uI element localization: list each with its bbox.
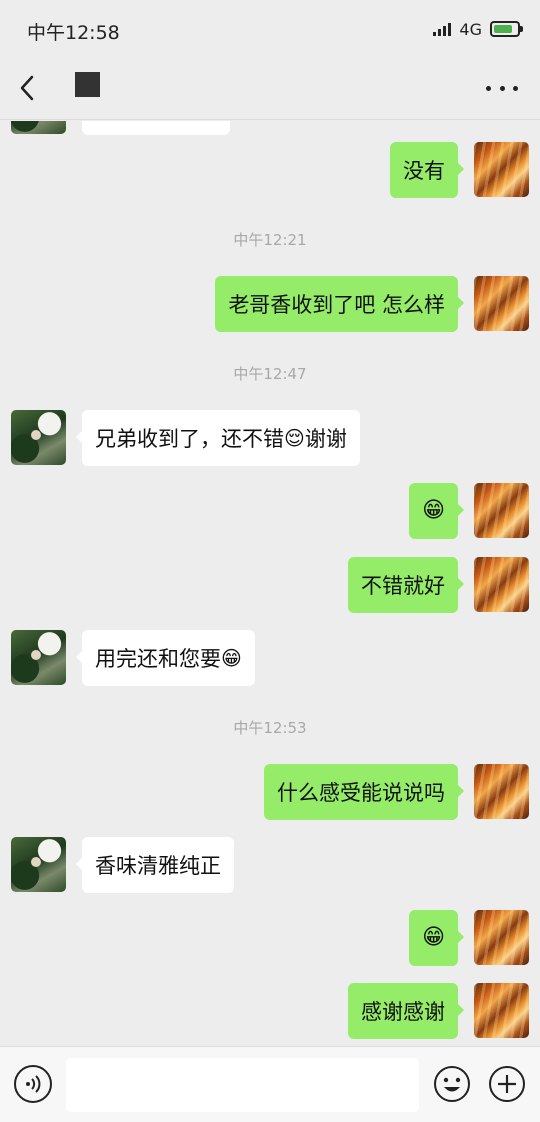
message-bubble-out[interactable]: 感谢感谢 [348,983,464,1039]
contact-avatar[interactable] [11,630,66,685]
message-text: 用完还和您要 [95,647,221,671]
message-bubble-out[interactable]: 老哥香收到了吧 怎么样 [215,276,464,332]
voice-button[interactable] [14,1065,52,1103]
message-row: 香味清雅纯正 [0,837,540,893]
my-avatar[interactable] [474,276,529,331]
message-bubble-out[interactable]: 什么感受能说说吗 [264,764,464,820]
back-button[interactable] [14,72,42,104]
message-text: 没有 [403,159,445,183]
timestamp: 中午12:21 [233,231,307,249]
voice-icon [26,1075,41,1093]
message-text: 香味清雅纯正 [95,854,221,878]
message-row: 用完还和您要 😁 [0,630,540,686]
message-bubble-in[interactable]: 兄弟收到了，还不错 😌 谢谢 [76,410,360,466]
my-avatar[interactable] [474,483,529,538]
emoji-icon [434,1066,470,1102]
more-functions-button[interactable] [488,1065,526,1103]
signal-icon [433,22,452,36]
message-bubble-out[interactable]: 😁 [409,910,464,966]
contact-name-redacted [75,72,100,97]
input-bar [0,1046,540,1122]
message-list[interactable]: 没有 中午12:21 老哥香收到了吧 怎么样 中午12:47 兄弟收到了，还不错… [0,121,540,1045]
more-dot [513,85,518,91]
message-row: 感谢感谢 [0,983,540,1039]
status-time: 中午12:58 [27,22,120,44]
message-row: 什么感受能说说吗 [0,764,540,820]
contact-avatar[interactable] [11,410,66,465]
timestamp: 中午12:53 [233,719,307,737]
battery-icon [490,21,523,37]
grinning-face-emoji: 😁 [422,925,445,950]
message-text-after: 谢谢 [304,427,347,451]
message-text: 什么感受能说说吗 [277,781,445,805]
emoji-button[interactable] [433,1065,471,1103]
message-row: 老哥香收到了吧 怎么样 [0,276,540,332]
network-type: 4G [459,19,482,39]
message-row-partial [0,121,540,135]
message-bubble-in[interactable]: 香味清雅纯正 [76,837,234,893]
message-row: 兄弟收到了，还不错 😌 谢谢 [0,410,540,466]
status-indicators: 4G [433,19,523,39]
my-avatar[interactable] [474,983,529,1038]
message-bubble-partial[interactable] [82,121,230,135]
contact-avatar[interactable] [11,121,66,134]
message-bubble-out[interactable]: 没有 [390,142,464,198]
more-dot [486,85,491,91]
message-row: 不错就好 [0,557,540,613]
status-bar: 中午12:58 4G [0,0,540,58]
my-avatar[interactable] [474,910,529,965]
message-row: 😁 [0,483,540,539]
grinning-face-emoji: 😁 [422,498,445,523]
message-row: 😁 [0,910,540,966]
message-bubble-in[interactable]: 用完还和您要 😁 [76,630,255,686]
contact-avatar[interactable] [11,837,66,892]
battery-level [494,25,512,33]
more-dot [499,85,505,91]
grinning-face-emoji: 😁 [221,646,242,670]
my-avatar[interactable] [474,142,529,197]
more-button[interactable] [486,78,518,98]
message-text: 不错就好 [361,574,445,598]
my-avatar[interactable] [474,764,529,819]
message-input[interactable] [66,1058,419,1112]
message-text: 感谢感谢 [361,1000,445,1024]
relieved-face-emoji: 😌 [284,426,305,450]
my-avatar[interactable] [474,557,529,612]
message-row: 没有 [0,142,540,198]
timestamp: 中午12:47 [233,365,307,383]
message-text: 老哥香收到了吧 怎么样 [228,293,445,317]
message-bubble-out[interactable]: 😁 [409,483,464,539]
message-text: 兄弟收到了，还不错 [95,427,284,451]
message-bubble-out[interactable]: 不错就好 [348,557,464,613]
chat-header [0,58,540,120]
plus-icon [489,1066,525,1102]
chevron-left-icon [20,75,34,101]
